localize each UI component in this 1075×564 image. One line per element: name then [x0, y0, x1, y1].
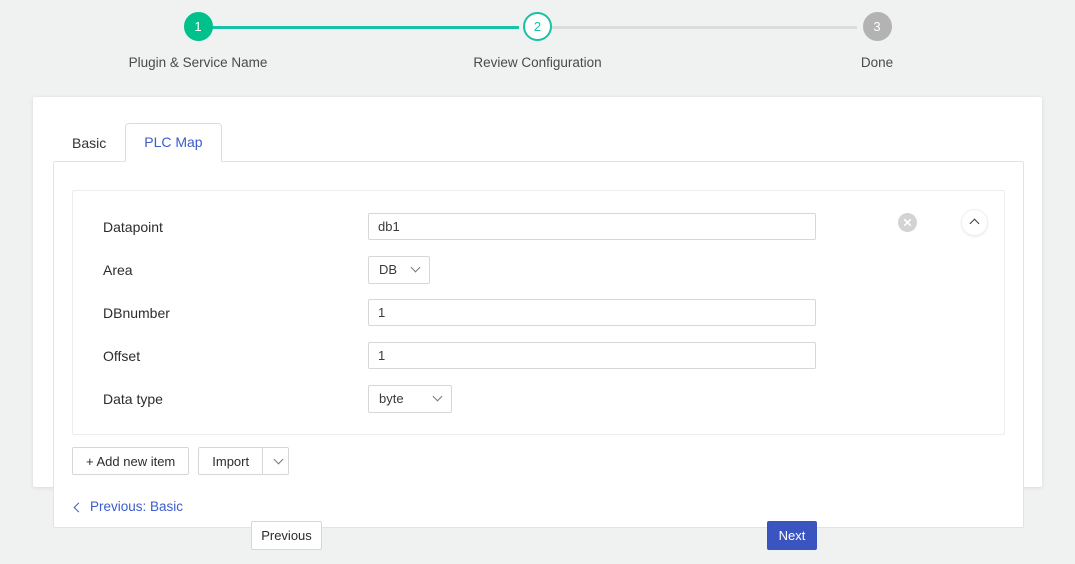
input-datapoint[interactable]: [368, 213, 816, 240]
wizard-stepper: 1 Plugin & Service Name 2 Review Configu…: [0, 0, 1075, 78]
tab-bar: Basic PLC Map: [53, 119, 1042, 161]
tab-basic[interactable]: Basic: [53, 124, 125, 162]
datapoint-item: Datapoint Area DB DBnumber: [72, 190, 1005, 435]
step-3-circle: 3: [863, 12, 892, 41]
select-area-value: DB: [379, 262, 397, 277]
step-3[interactable]: 3 Done: [839, 12, 915, 70]
step-connector-2: [538, 26, 857, 29]
step-connector-1: [198, 26, 519, 29]
circle-x-icon[interactable]: [898, 213, 917, 232]
chevron-left-icon: [72, 502, 82, 512]
label-data-type: Data type: [103, 391, 368, 407]
input-offset[interactable]: [368, 342, 816, 369]
plc-map-panel-inner: Datapoint Area DB DBnumber: [54, 162, 1023, 527]
form-row-dbnumber: DBnumber: [73, 291, 1004, 334]
previous-basic-label: Previous: Basic: [90, 499, 183, 514]
configuration-card: Basic PLC Map: [33, 97, 1042, 487]
select-data-type[interactable]: byte: [368, 385, 452, 413]
label-dbnumber: DBnumber: [103, 305, 368, 321]
import-button-group: Import: [198, 447, 289, 475]
form-row-datapoint: Datapoint: [73, 205, 1004, 248]
label-offset: Offset: [103, 348, 368, 364]
stepper-steps: 1 Plugin & Service Name 2 Review Configu…: [160, 12, 915, 70]
step-3-label: Done: [861, 55, 893, 70]
input-dbnumber[interactable]: [368, 299, 816, 326]
import-button[interactable]: Import: [198, 447, 263, 475]
step-2[interactable]: 2 Review Configuration: [500, 12, 576, 70]
form-row-area: Area DB: [73, 248, 1004, 291]
next-button[interactable]: Next: [767, 521, 817, 550]
wizard-footer: Previous Next: [0, 519, 1075, 564]
plc-map-panel: Datapoint Area DB DBnumber: [53, 161, 1024, 528]
step-1-label: Plugin & Service Name: [129, 55, 268, 70]
tab-plc-map[interactable]: PLC Map: [125, 123, 221, 162]
select-area[interactable]: DB: [368, 256, 430, 284]
import-dropdown-button[interactable]: [263, 447, 289, 475]
previous-basic-link[interactable]: Previous: Basic: [72, 499, 183, 514]
step-2-circle: 2: [523, 12, 552, 41]
chevron-up-icon[interactable]: [961, 209, 988, 236]
datapoint-item-actions: [898, 209, 988, 236]
chevron-down-icon: [275, 455, 284, 464]
item-actions-row: + Add new item Import: [72, 447, 1023, 475]
previous-button[interactable]: Previous: [251, 521, 322, 550]
step-2-label: Review Configuration: [473, 55, 601, 70]
chevron-down-icon: [434, 392, 443, 401]
label-area: Area: [103, 262, 368, 278]
wizard-page: 1 Plugin & Service Name 2 Review Configu…: [0, 0, 1075, 564]
form-row-offset: Offset: [73, 334, 1004, 377]
chevron-down-icon: [412, 263, 421, 272]
add-new-item-button[interactable]: + Add new item: [72, 447, 189, 475]
select-data-type-value: byte: [379, 391, 404, 406]
form-row-data-type: Data type byte: [73, 377, 1004, 420]
step-1[interactable]: 1 Plugin & Service Name: [160, 12, 236, 70]
step-1-circle: 1: [184, 12, 213, 41]
chevron-up-glyph: [970, 220, 979, 229]
label-datapoint: Datapoint: [103, 219, 368, 235]
